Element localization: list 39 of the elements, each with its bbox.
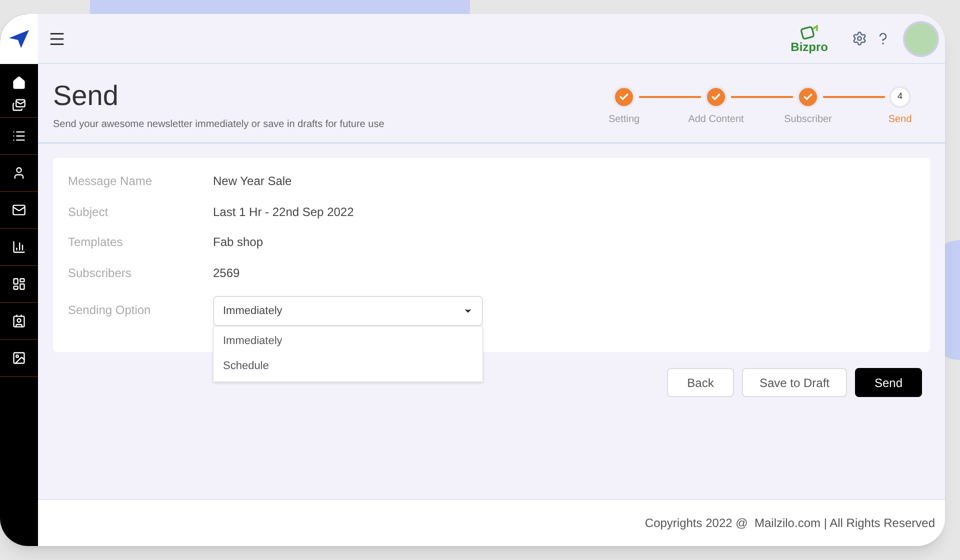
field-value: Fab shop	[213, 234, 264, 251]
page-subtitle: Send your awesome newsletter immediately or save in drafts for future use	[53, 118, 384, 132]
step-label: Setting	[608, 113, 640, 127]
step-label: Add Content	[688, 113, 744, 127]
check-icon	[711, 92, 721, 102]
paper-plane-logo-icon[interactable]	[9, 30, 29, 48]
check-icon	[803, 92, 813, 102]
dropdown-option[interactable]: Immediately	[214, 329, 482, 354]
action-button[interactable]: Send	[855, 368, 922, 397]
field-label: Subscribers	[68, 264, 132, 282]
help-icon[interactable]	[879, 32, 887, 44]
step-marker: 4	[889, 86, 911, 108]
bar-chart-icon[interactable]	[12, 240, 26, 254]
dropdown-option[interactable]: Schedule	[214, 354, 482, 379]
settings-icon[interactable]	[852, 31, 867, 46]
page-title: Send	[53, 79, 120, 113]
step-label: Send	[888, 113, 912, 127]
field-value: New Year Sale	[213, 173, 292, 190]
user-icon[interactable]	[12, 166, 26, 180]
mails-icon[interactable]	[12, 98, 26, 112]
brand-name: Bizpro	[790, 40, 828, 52]
contact-card-icon[interactable]	[12, 314, 26, 328]
home-icon[interactable]	[12, 76, 26, 90]
step-label: Subscriber	[784, 113, 832, 127]
check-icon	[619, 92, 629, 102]
field-label: Subject	[68, 204, 110, 220]
list-icon[interactable]	[12, 129, 26, 143]
field-label: Sending Option	[68, 302, 152, 319]
field-value: 2569	[213, 264, 240, 282]
field-label: Message Name	[68, 173, 154, 190]
sending-option-select[interactable]: Immediately	[213, 296, 483, 326]
layout-icon[interactable]	[12, 277, 26, 291]
action-button[interactable]: Back	[667, 368, 734, 397]
footer-text: Copyrights 2022 @ Mailzilo.com | All Rights Reserved	[644, 515, 935, 532]
mail-icon[interactable]	[12, 203, 26, 217]
field-value: Last 1 Hr - 22nd Sep 2022	[213, 204, 354, 220]
image-icon[interactable]	[12, 351, 26, 365]
action-button[interactable]: Save to Draft	[742, 368, 847, 397]
field-label: Templates	[68, 234, 124, 251]
